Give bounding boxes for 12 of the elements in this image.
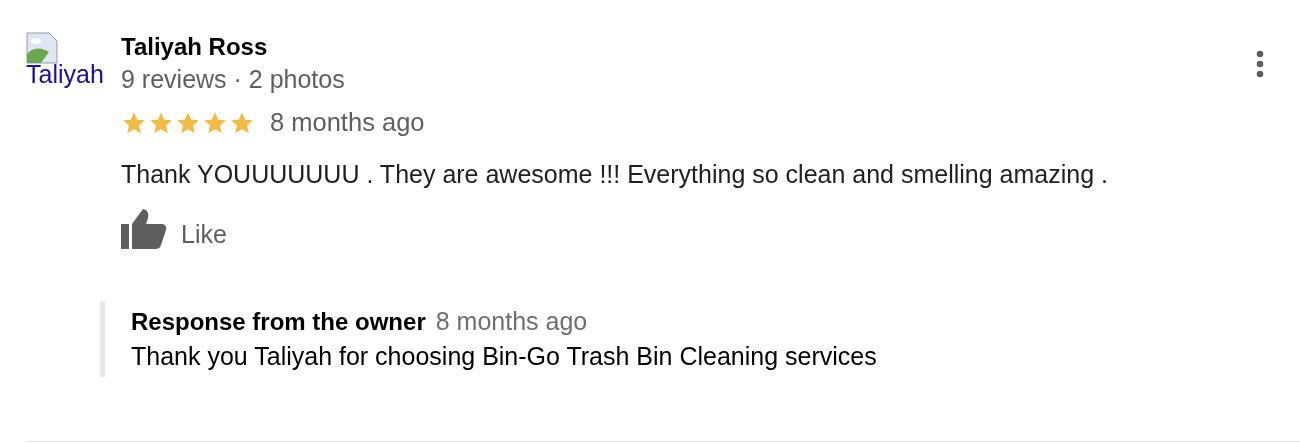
review-time: 8 months ago [270, 108, 425, 137]
response-text: Thank you Taliyah for choosing Bin-Go Trash Bin Cleaning services [131, 342, 878, 371]
review-text: Thank YOUUUUUUU . They are awesome !!! Everything so clean and smelling amazing . [121, 159, 1109, 189]
like-button[interactable]: Like [121, 209, 227, 249]
response-time: 8 months ago [435, 307, 588, 336]
more-options-icon[interactable] [1256, 50, 1264, 78]
broken-image-icon [26, 32, 58, 64]
avatar-alt-text[interactable]: Taliyah [26, 62, 104, 86]
thumbs-up-icon [121, 209, 167, 249]
response-title: Response from the owner [131, 308, 426, 336]
author-name[interactable]: Taliyah Ross [121, 32, 1256, 62]
reviewer-stats: 9 reviews · 2 photos [121, 64, 346, 94]
